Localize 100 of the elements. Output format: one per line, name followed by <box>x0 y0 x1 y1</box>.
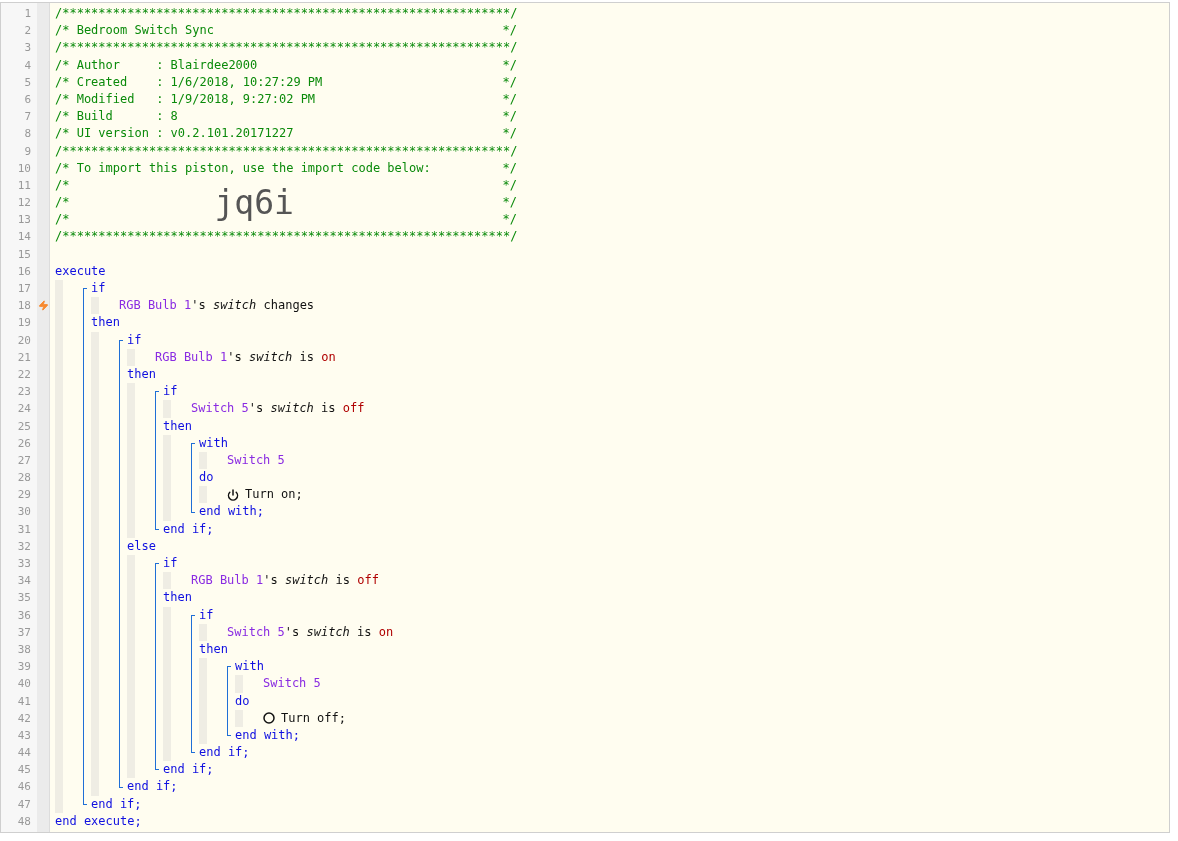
line-number: 39 <box>16 659 32 676</box>
line-number: 29 <box>16 487 32 504</box>
action-text: Turn off; <box>281 709 347 727</box>
comment-text: /**************************************************************/ <box>55 39 518 57</box>
line-number: 5 <box>23 74 32 91</box>
line-number: 38 <box>16 641 32 658</box>
keyword: do <box>235 692 250 710</box>
line-number: 12 <box>16 195 32 212</box>
comment-text: /* <box>55 194 70 212</box>
line-number: 34 <box>16 573 32 590</box>
keyword: end if; <box>199 744 250 762</box>
line-number: 25 <box>16 418 32 435</box>
keyword: then <box>199 640 228 658</box>
line-number: 47 <box>16 796 32 813</box>
line-number: 21 <box>16 349 32 366</box>
keyword: with <box>199 434 228 452</box>
line-number: 7 <box>23 109 32 126</box>
line-number: 19 <box>16 315 32 332</box>
comment-text: /* Author : Blairdee2000 <box>55 56 258 74</box>
import-code: jq6i <box>214 182 294 223</box>
keyword: end with; <box>199 503 265 521</box>
line-number: 3 <box>23 40 32 57</box>
line-number: 1 <box>23 6 32 22</box>
condition-text: Switch 5's switch is off <box>191 400 365 418</box>
keyword: end if; <box>163 520 214 538</box>
keyword: end if; <box>163 761 214 779</box>
keyword: end if; <box>91 795 142 813</box>
keyword: then <box>163 589 192 607</box>
line-number: 43 <box>16 727 32 744</box>
keyword: with <box>235 658 264 676</box>
comment-text: /**************************************************************/ <box>55 228 518 246</box>
line-number: 15 <box>16 246 32 263</box>
line-number: 35 <box>16 590 32 607</box>
line-number: 9 <box>23 143 32 160</box>
comment-end: */ <box>502 159 517 177</box>
comment-end: */ <box>502 90 517 108</box>
line-number: 37 <box>16 624 32 641</box>
keyword: if <box>91 280 106 297</box>
line-number: 45 <box>16 762 32 779</box>
comment-text: /* Modified : 1/9/2018, 9:27:02 PM <box>55 90 316 108</box>
keyword: if <box>163 383 178 401</box>
line-number: 20 <box>16 332 32 349</box>
keyword: end execute; <box>55 812 142 830</box>
device-text: Switch 5 <box>227 451 285 469</box>
line-number: 48 <box>16 813 32 830</box>
line-number: 23 <box>16 384 32 401</box>
line-number: 17 <box>16 281 32 297</box>
comment-end: */ <box>502 211 517 229</box>
comment-text: /* <box>55 176 70 194</box>
line-number: 40 <box>16 676 32 693</box>
circle-icon <box>263 712 275 725</box>
comment-end: */ <box>502 108 517 126</box>
comment-end: */ <box>502 194 517 212</box>
line-number: 36 <box>16 607 32 624</box>
condition-text: RGB Bulb 1's switch is off <box>191 572 379 590</box>
line-number: 33 <box>16 556 32 572</box>
keyword: else <box>127 537 156 555</box>
keyword: end if; <box>127 778 178 796</box>
power-icon <box>227 488 239 501</box>
line-number: 24 <box>16 401 32 418</box>
comment-text: /* Created : 1/6/2018, 10:27:29 PM <box>55 73 323 91</box>
line-number: 31 <box>16 521 32 538</box>
comment-end: */ <box>502 56 517 74</box>
line-number: 8 <box>23 126 32 143</box>
line-number: 32 <box>16 538 32 555</box>
line-number: 27 <box>16 452 32 469</box>
comment-end: */ <box>502 73 517 91</box>
line-number: 6 <box>23 91 32 108</box>
comment-text: /* Build : 8 <box>55 108 178 126</box>
keyword: then <box>163 417 192 435</box>
line-number: 22 <box>16 366 32 383</box>
keyword: end with; <box>235 726 301 744</box>
line-number: 4 <box>23 57 32 74</box>
line-number: 30 <box>16 504 32 521</box>
action-text: Turn on; <box>245 486 303 504</box>
line-number: 18 <box>16 298 32 315</box>
comment-text: /* UI version : v0.2.101.20171227 <box>55 125 294 143</box>
line-number: 46 <box>16 779 32 796</box>
keyword: if <box>127 331 142 349</box>
keyword: if <box>163 555 178 572</box>
keyword: if <box>199 606 214 624</box>
line-number: 11 <box>16 177 32 194</box>
comment-text: /**************************************************************/ <box>55 142 518 160</box>
comment-text: /* To import this piston, use the import code below: <box>55 159 431 177</box>
device-text: Switch 5 <box>263 675 321 693</box>
condition-text: RGB Bulb 1's switch changes <box>119 297 315 315</box>
comment-text: /* Bedroom Switch Sync <box>55 22 214 40</box>
condition-text: RGB Bulb 1's switch is on <box>155 348 336 366</box>
condition-text: Switch 5's switch is on <box>227 623 394 641</box>
comment-text: /* <box>55 211 70 229</box>
keyword: then <box>91 314 120 332</box>
line-number: 14 <box>16 229 32 246</box>
line-number: 42 <box>16 710 32 727</box>
comment-text: /**************************************************************/ <box>55 5 518 22</box>
keyword: do <box>199 469 214 487</box>
line-number: 16 <box>16 263 32 280</box>
comment-end: */ <box>502 176 517 194</box>
keyword: execute <box>55 262 106 280</box>
line-number: 28 <box>16 470 32 487</box>
line-number: 2 <box>23 23 32 40</box>
